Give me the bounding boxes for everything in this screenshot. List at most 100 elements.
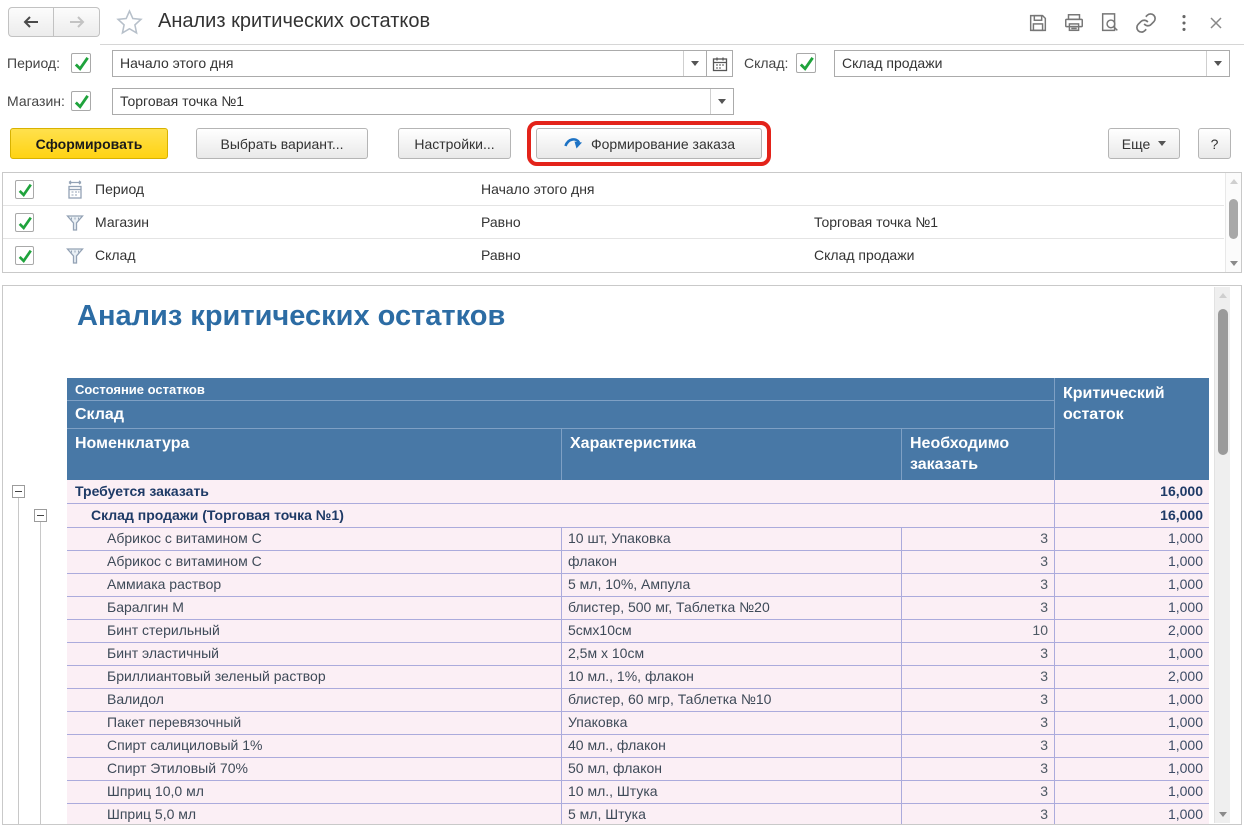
more-button[interactable]: Еще [1108, 128, 1180, 159]
filter-funnel-icon [65, 213, 85, 238]
calendar-icon [712, 56, 728, 72]
cell-critical-rest: 1,000 [1054, 574, 1209, 596]
warehouse-group-row: Склад продажи (Торговая точка №1) 16,000 [67, 504, 1209, 528]
filter-value: Торговая точка №1 [814, 206, 938, 239]
scrollbar-thumb[interactable] [1218, 309, 1228, 455]
cell-critical-rest: 1,000 [1054, 712, 1209, 734]
warehouse-group-critical: 16,000 [1054, 504, 1209, 527]
warehouse-label: Склад: [744, 50, 788, 77]
cell-critical-rest: 1,000 [1054, 735, 1209, 757]
help-button[interactable]: ? [1198, 128, 1231, 159]
warehouse-value: Склад продажи [835, 51, 1206, 76]
period-calendar-button[interactable] [706, 50, 733, 77]
cell-characteristic: блистер, 500 мг, Таблетка №20 [561, 597, 901, 619]
cell-critical-rest: 1,000 [1054, 551, 1209, 573]
tree-line [18, 498, 19, 824]
store-row-checkbox[interactable] [15, 213, 34, 232]
cell-nomenclature: Пакет перевязочный [67, 712, 561, 734]
report-table-header: Состояние остатков Склад Критический ост… [67, 378, 1209, 480]
scrollbar-thumb[interactable] [1229, 199, 1238, 239]
table-row: Спирт салициловый 1% 40 мл., флакон 3 1,… [67, 735, 1209, 758]
chevron-down-icon [1158, 141, 1166, 146]
forward-button[interactable] [54, 7, 100, 37]
cell-critical-rest: 1,000 [1054, 781, 1209, 803]
cell-nomenclature: Спирт салициловый 1% [67, 735, 561, 757]
cell-nomenclature: Баралгин М [67, 597, 561, 619]
print-preview-icon[interactable] [1098, 11, 1122, 35]
filter-name: Период [95, 173, 144, 206]
generate-button[interactable]: Сформировать [10, 128, 168, 159]
store-dropdown-button[interactable] [710, 89, 733, 114]
check-icon [73, 55, 90, 72]
page-title: Анализ критических остатков [158, 10, 430, 33]
cell-critical-rest: 2,000 [1054, 666, 1209, 688]
cell-characteristic: блистер, 60 мгр, Таблетка №10 [561, 689, 901, 711]
favorite-star-icon[interactable] [116, 9, 143, 41]
store-checkbox[interactable] [71, 91, 91, 111]
order-generation-button[interactable]: Формирование заказа [536, 128, 762, 159]
header-state: Состояние остатков [67, 378, 1054, 401]
back-button[interactable] [8, 7, 54, 37]
filter-condition: Начало этого дня [481, 173, 595, 206]
print-icon[interactable] [1062, 11, 1086, 35]
collapse-group-1-expander[interactable] [12, 485, 25, 498]
filter-list-scrollbar[interactable] [1225, 173, 1241, 272]
chevron-down-icon [1214, 61, 1222, 66]
save-icon[interactable] [1026, 11, 1050, 35]
order-generation-label: Формирование заказа [591, 136, 735, 152]
store-value: Торговая точка №1 [113, 89, 710, 114]
cell-need-to-order: 3 [901, 574, 1054, 596]
report-scrollbar[interactable] [1214, 287, 1230, 823]
filter-name: Склад [95, 239, 136, 272]
cell-need-to-order: 3 [901, 689, 1054, 711]
link-icon[interactable] [1134, 11, 1158, 35]
table-row: Бинт стерильный 5смх10см 10 2,000 [67, 620, 1209, 643]
close-icon[interactable] [1204, 11, 1228, 35]
cell-nomenclature: Валидол [67, 689, 561, 711]
period-label: Период: [7, 50, 60, 77]
table-row: Абрикос с витамином С 10 шт, Упаковка 3 … [67, 528, 1209, 551]
scroll-down-icon[interactable] [1219, 812, 1227, 817]
total-group-row: Требуется заказать 16,000 [67, 480, 1209, 504]
cell-need-to-order: 10 [901, 620, 1054, 642]
filter-row-period[interactable]: Период Начало этого дня [3, 173, 1224, 206]
scroll-down-icon[interactable] [1230, 261, 1238, 266]
choose-variant-button[interactable]: Выбрать вариант... [196, 128, 368, 159]
more-vertical-icon[interactable] [1172, 11, 1196, 35]
cell-need-to-order: 3 [901, 643, 1054, 665]
header-warehouse: Склад [67, 401, 1054, 429]
cell-characteristic: 10 шт, Упаковка [561, 528, 901, 550]
header-characteristic: Характеристика [561, 429, 901, 480]
warehouse-combobox[interactable]: Склад продажи [834, 50, 1230, 77]
store-combobox[interactable]: Торговая точка №1 [112, 88, 734, 115]
warehouse-dropdown-button[interactable] [1206, 51, 1229, 76]
report-table-body: Требуется заказать 16,000 Склад продажи … [67, 480, 1209, 825]
scroll-up-icon[interactable] [1219, 293, 1227, 298]
period-row-checkbox[interactable] [15, 180, 34, 199]
filter-condition: Равно [481, 239, 521, 272]
filter-row-warehouse[interactable]: Склад Равно Склад продажи [3, 239, 1224, 272]
period-checkbox[interactable] [71, 53, 91, 73]
settings-button[interactable]: Настройки... [398, 128, 511, 159]
collapse-group-2-expander[interactable] [34, 509, 47, 522]
filter-row-store[interactable]: Магазин Равно Торговая точка №1 [3, 206, 1224, 239]
warehouse-group-label: Склад продажи (Торговая точка №1) [67, 504, 1054, 527]
scroll-up-icon[interactable] [1230, 179, 1238, 184]
cell-need-to-order: 3 [901, 804, 1054, 825]
cell-critical-rest: 1,000 [1054, 689, 1209, 711]
table-row: Спирт Этиловый 70% 50 мл, флакон 3 1,000 [67, 758, 1209, 781]
cell-nomenclature: Бинт эластичный [67, 643, 561, 665]
period-combobox[interactable]: Начало этого дня [112, 50, 707, 77]
cell-critical-rest: 1,000 [1054, 758, 1209, 780]
warehouse-checkbox[interactable] [796, 53, 816, 73]
filter-condition: Равно [481, 206, 521, 239]
cell-critical-rest: 2,000 [1054, 620, 1209, 642]
warehouse-row-checkbox[interactable] [15, 246, 34, 265]
check-icon [17, 248, 33, 264]
header-nomenclature: Номенклатура [67, 429, 561, 480]
cell-critical-rest: 1,000 [1054, 804, 1209, 825]
cell-characteristic: Упаковка [561, 712, 901, 734]
period-dropdown-button[interactable] [683, 51, 706, 76]
cell-characteristic: 40 мл., флакон [561, 735, 901, 757]
chevron-down-icon [718, 99, 726, 104]
